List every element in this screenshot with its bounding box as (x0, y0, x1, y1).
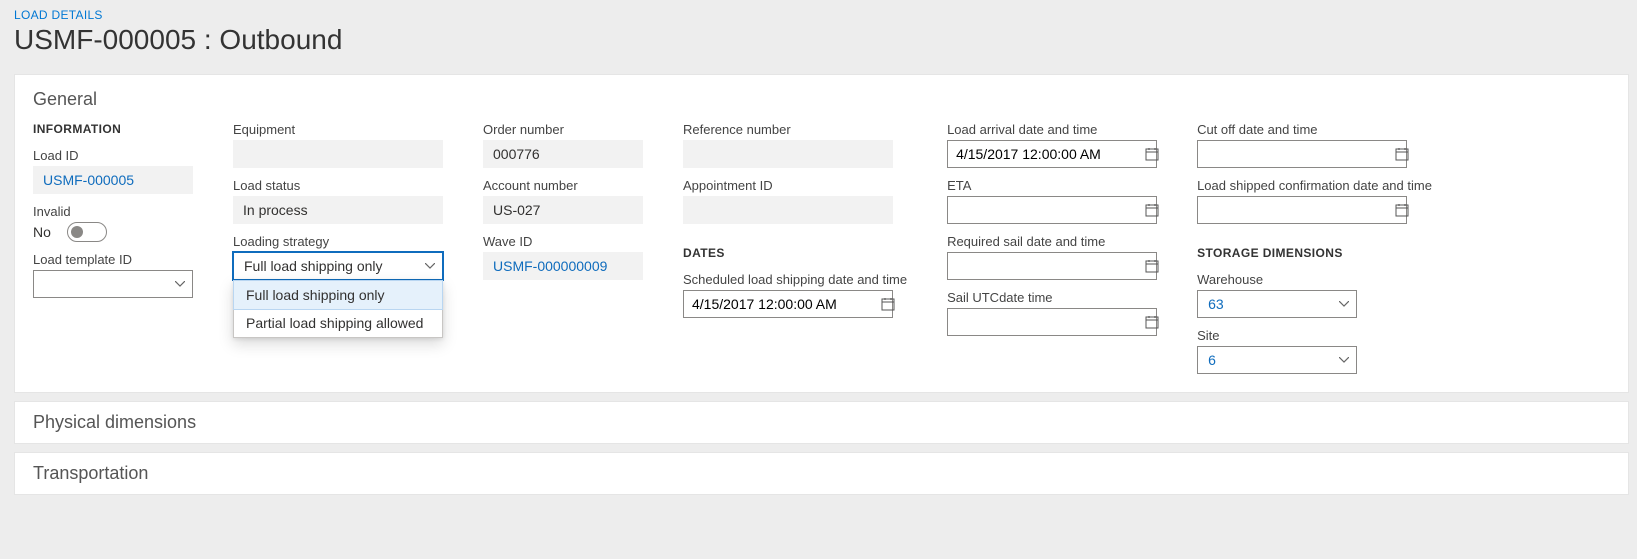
group-heading-storage-dimensions: STORAGE DIMENSIONS (1197, 246, 1432, 260)
calendar-icon[interactable] (1145, 309, 1159, 335)
label-load-id: Load ID (33, 148, 193, 163)
input-eta[interactable] (948, 197, 1145, 223)
calendar-icon[interactable] (1145, 141, 1159, 167)
value-reference-number (683, 140, 893, 168)
value-load-status: In process (233, 196, 443, 224)
input-sail-utc[interactable] (948, 309, 1145, 335)
calendar-icon[interactable] (1395, 141, 1409, 167)
label-account-number: Account number (483, 178, 643, 193)
date-cutoff[interactable] (1197, 140, 1407, 168)
select-site[interactable]: 6 (1197, 346, 1357, 374)
chevron-down-icon (174, 278, 186, 290)
label-load-template-id: Load template ID (33, 252, 193, 267)
value-load-id[interactable]: USMF-000005 (33, 166, 193, 194)
section-header-general[interactable]: General (33, 89, 1610, 110)
label-scheduled-ship: Scheduled load shipping date and time (683, 272, 907, 287)
section-header-transportation: Transportation (33, 463, 1610, 484)
select-warehouse[interactable]: 63 (1197, 290, 1357, 318)
date-load-arrival[interactable] (947, 140, 1157, 168)
label-site: Site (1197, 328, 1432, 343)
label-equipment: Equipment (233, 122, 443, 137)
value-wave-id[interactable]: USMF-000000009 (483, 252, 643, 280)
date-eta[interactable] (947, 196, 1157, 224)
input-required-sail[interactable] (948, 253, 1145, 279)
breadcrumb[interactable]: LOAD DETAILS (14, 8, 1629, 22)
label-shipped-confirm: Load shipped confirmation date and time (1197, 178, 1432, 193)
input-shipped-confirm[interactable] (1198, 197, 1395, 223)
section-header-physical-dimensions: Physical dimensions (33, 412, 1610, 433)
value-appointment-id (683, 196, 893, 224)
label-load-status: Load status (233, 178, 443, 193)
label-required-sail: Required sail date and time (947, 234, 1157, 249)
loading-strategy-dropdown-list: Full load shipping only Partial load shi… (233, 280, 443, 338)
calendar-icon[interactable] (1145, 253, 1159, 279)
calendar-icon[interactable] (1395, 197, 1409, 223)
label-loading-strategy: Loading strategy (233, 234, 443, 249)
toggle-invalid[interactable] (67, 222, 107, 242)
section-physical-dimensions[interactable]: Physical dimensions (14, 401, 1629, 444)
calendar-icon[interactable] (881, 291, 895, 317)
value-equipment (233, 140, 443, 168)
section-transportation[interactable]: Transportation (14, 452, 1629, 495)
select-load-template-id[interactable] (33, 270, 193, 298)
input-load-arrival[interactable] (948, 141, 1145, 167)
value-warehouse: 63 (1208, 296, 1224, 312)
value-site: 6 (1208, 352, 1216, 368)
loading-strategy-option[interactable]: Partial load shipping allowed (234, 309, 442, 337)
chevron-down-icon (1338, 298, 1350, 310)
label-load-arrival: Load arrival date and time (947, 122, 1157, 137)
label-reference-number: Reference number (683, 122, 907, 137)
label-cutoff: Cut off date and time (1197, 122, 1432, 137)
date-required-sail[interactable] (947, 252, 1157, 280)
date-shipped-confirm[interactable] (1197, 196, 1407, 224)
calendar-icon[interactable] (1145, 197, 1159, 223)
chevron-down-icon (1338, 354, 1350, 366)
label-warehouse: Warehouse (1197, 272, 1432, 287)
page-title: USMF-000005 : Outbound (14, 24, 1629, 56)
label-invalid: Invalid (33, 204, 193, 219)
value-invalid: No (33, 224, 51, 240)
label-wave-id: Wave ID (483, 234, 643, 249)
section-general: General INFORMATION Load ID USMF-000005 … (14, 74, 1629, 393)
date-sail-utc[interactable] (947, 308, 1157, 336)
label-appointment-id: Appointment ID (683, 178, 907, 193)
value-order-number: 000776 (483, 140, 643, 168)
chevron-down-icon (424, 260, 436, 272)
label-eta: ETA (947, 178, 1157, 193)
select-loading-strategy[interactable]: Full load shipping only (233, 252, 443, 280)
group-heading-dates: DATES (683, 246, 907, 260)
value-loading-strategy: Full load shipping only (244, 258, 383, 274)
date-scheduled-ship[interactable] (683, 290, 893, 318)
label-order-number: Order number (483, 122, 643, 137)
label-sail-utc: Sail UTCdate time (947, 290, 1157, 305)
input-cutoff[interactable] (1198, 141, 1395, 167)
value-account-number: US-027 (483, 196, 643, 224)
input-scheduled-ship[interactable] (684, 291, 881, 317)
group-heading-information: INFORMATION (33, 122, 193, 136)
loading-strategy-option[interactable]: Full load shipping only (233, 280, 443, 310)
